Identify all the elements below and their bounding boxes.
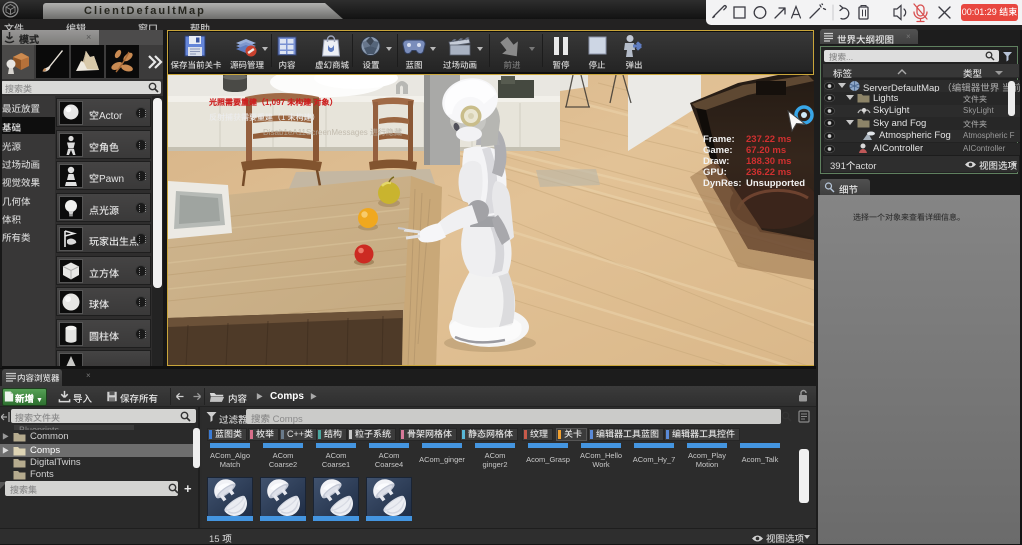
svg-text:光照需要重建（1,097 未构建 对象）: 光照需要重建（1,097 未构建 对象） [208,97,337,107]
svg-text:Game:: Game: [703,145,733,156]
svg-text:237.22 ms: 237.22 ms [746,134,791,145]
svg-text:Draw:: Draw: [703,156,729,167]
svg-text:Disab1eA11ScreenMessages 进行隐藏: Disab1eA11ScreenMessages 进行隐藏 [263,128,402,137]
svg-text:Frame:: Frame: [703,134,735,145]
svg-text:67.20 ms: 67.20 ms [746,145,786,156]
svg-text:GPU:: GPU: [703,167,727,178]
svg-text:188.30 ms: 188.30 ms [746,156,791,167]
svg-text:236.22 ms: 236.22 ms [746,167,791,178]
svg-text:DynRes:: DynRes: [703,178,742,189]
svg-text:反射捕获需要重建（1 未构建）: 反射捕获需要重建（1 未构建） [209,113,320,122]
svg-text:Unsupported: Unsupported [746,178,805,189]
